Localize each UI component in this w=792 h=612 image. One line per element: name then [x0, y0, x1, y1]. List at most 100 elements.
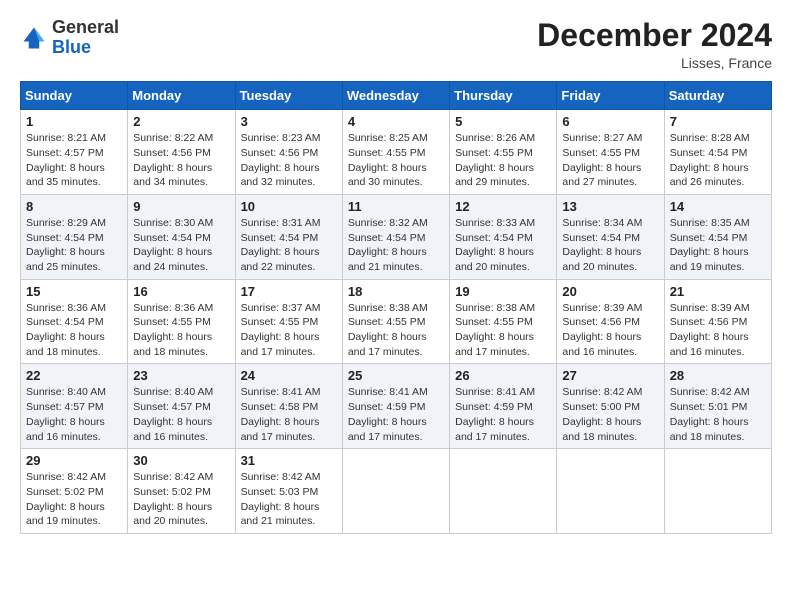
day-info: Sunrise: 8:31 AM Sunset: 4:54 PM Dayligh…	[241, 216, 337, 275]
day-number: 26	[455, 368, 551, 383]
table-row: 23 Sunrise: 8:40 AM Sunset: 4:57 PM Dayl…	[128, 364, 235, 449]
location: Lisses, France	[537, 55, 772, 71]
calendar-week-row: 8 Sunrise: 8:29 AM Sunset: 4:54 PM Dayli…	[21, 194, 772, 279]
table-row: 22 Sunrise: 8:40 AM Sunset: 4:57 PM Dayl…	[21, 364, 128, 449]
day-number: 3	[241, 114, 337, 129]
calendar-week-row: 1 Sunrise: 8:21 AM Sunset: 4:57 PM Dayli…	[21, 110, 772, 195]
day-info: Sunrise: 8:40 AM Sunset: 4:57 PM Dayligh…	[26, 385, 122, 444]
table-row: 11 Sunrise: 8:32 AM Sunset: 4:54 PM Dayl…	[342, 194, 449, 279]
day-number: 10	[241, 199, 337, 214]
col-thursday: Thursday	[450, 82, 557, 110]
col-friday: Friday	[557, 82, 664, 110]
table-row: 31 Sunrise: 8:42 AM Sunset: 5:03 PM Dayl…	[235, 449, 342, 534]
day-number: 14	[670, 199, 766, 214]
day-number: 11	[348, 199, 444, 214]
day-info: Sunrise: 8:39 AM Sunset: 4:56 PM Dayligh…	[562, 301, 658, 360]
table-row: 17 Sunrise: 8:37 AM Sunset: 4:55 PM Dayl…	[235, 279, 342, 364]
table-row: 15 Sunrise: 8:36 AM Sunset: 4:54 PM Dayl…	[21, 279, 128, 364]
calendar-page: General Blue December 2024 Lisses, Franc…	[0, 0, 792, 612]
day-info: Sunrise: 8:39 AM Sunset: 4:56 PM Dayligh…	[670, 301, 766, 360]
day-info: Sunrise: 8:36 AM Sunset: 4:55 PM Dayligh…	[133, 301, 229, 360]
table-row: 7 Sunrise: 8:28 AM Sunset: 4:54 PM Dayli…	[664, 110, 771, 195]
table-row: 6 Sunrise: 8:27 AM Sunset: 4:55 PM Dayli…	[557, 110, 664, 195]
table-row: 30 Sunrise: 8:42 AM Sunset: 5:02 PM Dayl…	[128, 449, 235, 534]
logo-icon	[20, 24, 48, 52]
day-info: Sunrise: 8:41 AM Sunset: 4:58 PM Dayligh…	[241, 385, 337, 444]
table-row: 29 Sunrise: 8:42 AM Sunset: 5:02 PM Dayl…	[21, 449, 128, 534]
table-row: 8 Sunrise: 8:29 AM Sunset: 4:54 PM Dayli…	[21, 194, 128, 279]
logo-blue: Blue	[52, 38, 119, 58]
day-number: 8	[26, 199, 122, 214]
table-row: 1 Sunrise: 8:21 AM Sunset: 4:57 PM Dayli…	[21, 110, 128, 195]
day-number: 19	[455, 284, 551, 299]
day-info: Sunrise: 8:41 AM Sunset: 4:59 PM Dayligh…	[455, 385, 551, 444]
table-row: 28 Sunrise: 8:42 AM Sunset: 5:01 PM Dayl…	[664, 364, 771, 449]
day-number: 22	[26, 368, 122, 383]
day-info: Sunrise: 8:32 AM Sunset: 4:54 PM Dayligh…	[348, 216, 444, 275]
day-number: 29	[26, 453, 122, 468]
table-row	[664, 449, 771, 534]
day-number: 6	[562, 114, 658, 129]
table-row: 10 Sunrise: 8:31 AM Sunset: 4:54 PM Dayl…	[235, 194, 342, 279]
day-number: 24	[241, 368, 337, 383]
day-number: 15	[26, 284, 122, 299]
day-info: Sunrise: 8:36 AM Sunset: 4:54 PM Dayligh…	[26, 301, 122, 360]
day-info: Sunrise: 8:38 AM Sunset: 4:55 PM Dayligh…	[455, 301, 551, 360]
logo-general: General	[52, 18, 119, 38]
day-number: 13	[562, 199, 658, 214]
table-row: 3 Sunrise: 8:23 AM Sunset: 4:56 PM Dayli…	[235, 110, 342, 195]
table-row	[450, 449, 557, 534]
day-info: Sunrise: 8:30 AM Sunset: 4:54 PM Dayligh…	[133, 216, 229, 275]
day-number: 12	[455, 199, 551, 214]
col-sunday: Sunday	[21, 82, 128, 110]
table-row: 14 Sunrise: 8:35 AM Sunset: 4:54 PM Dayl…	[664, 194, 771, 279]
table-row: 21 Sunrise: 8:39 AM Sunset: 4:56 PM Dayl…	[664, 279, 771, 364]
day-number: 2	[133, 114, 229, 129]
table-row: 18 Sunrise: 8:38 AM Sunset: 4:55 PM Dayl…	[342, 279, 449, 364]
table-row: 16 Sunrise: 8:36 AM Sunset: 4:55 PM Dayl…	[128, 279, 235, 364]
day-number: 16	[133, 284, 229, 299]
day-info: Sunrise: 8:42 AM Sunset: 5:02 PM Dayligh…	[26, 470, 122, 529]
day-info: Sunrise: 8:37 AM Sunset: 4:55 PM Dayligh…	[241, 301, 337, 360]
day-number: 31	[241, 453, 337, 468]
day-info: Sunrise: 8:42 AM Sunset: 5:02 PM Dayligh…	[133, 470, 229, 529]
day-info: Sunrise: 8:25 AM Sunset: 4:55 PM Dayligh…	[348, 131, 444, 190]
day-number: 20	[562, 284, 658, 299]
col-saturday: Saturday	[664, 82, 771, 110]
day-number: 17	[241, 284, 337, 299]
day-info: Sunrise: 8:42 AM Sunset: 5:00 PM Dayligh…	[562, 385, 658, 444]
day-info: Sunrise: 8:27 AM Sunset: 4:55 PM Dayligh…	[562, 131, 658, 190]
month-title: December 2024	[537, 18, 772, 53]
day-info: Sunrise: 8:23 AM Sunset: 4:56 PM Dayligh…	[241, 131, 337, 190]
day-number: 7	[670, 114, 766, 129]
day-number: 30	[133, 453, 229, 468]
day-number: 25	[348, 368, 444, 383]
day-info: Sunrise: 8:42 AM Sunset: 5:01 PM Dayligh…	[670, 385, 766, 444]
calendar-week-row: 29 Sunrise: 8:42 AM Sunset: 5:02 PM Dayl…	[21, 449, 772, 534]
col-wednesday: Wednesday	[342, 82, 449, 110]
day-number: 27	[562, 368, 658, 383]
day-number: 18	[348, 284, 444, 299]
calendar-table: Sunday Monday Tuesday Wednesday Thursday…	[20, 81, 772, 534]
title-block: December 2024 Lisses, France	[537, 18, 772, 71]
table-row: 13 Sunrise: 8:34 AM Sunset: 4:54 PM Dayl…	[557, 194, 664, 279]
header: General Blue December 2024 Lisses, Franc…	[20, 18, 772, 71]
table-row: 25 Sunrise: 8:41 AM Sunset: 4:59 PM Dayl…	[342, 364, 449, 449]
day-info: Sunrise: 8:42 AM Sunset: 5:03 PM Dayligh…	[241, 470, 337, 529]
table-row: 4 Sunrise: 8:25 AM Sunset: 4:55 PM Dayli…	[342, 110, 449, 195]
day-number: 28	[670, 368, 766, 383]
day-info: Sunrise: 8:38 AM Sunset: 4:55 PM Dayligh…	[348, 301, 444, 360]
calendar-week-row: 15 Sunrise: 8:36 AM Sunset: 4:54 PM Dayl…	[21, 279, 772, 364]
table-row	[557, 449, 664, 534]
table-row	[342, 449, 449, 534]
day-number: 1	[26, 114, 122, 129]
table-row: 5 Sunrise: 8:26 AM Sunset: 4:55 PM Dayli…	[450, 110, 557, 195]
day-info: Sunrise: 8:34 AM Sunset: 4:54 PM Dayligh…	[562, 216, 658, 275]
day-info: Sunrise: 8:21 AM Sunset: 4:57 PM Dayligh…	[26, 131, 122, 190]
col-monday: Monday	[128, 82, 235, 110]
day-info: Sunrise: 8:26 AM Sunset: 4:55 PM Dayligh…	[455, 131, 551, 190]
day-number: 9	[133, 199, 229, 214]
table-row: 19 Sunrise: 8:38 AM Sunset: 4:55 PM Dayl…	[450, 279, 557, 364]
day-number: 4	[348, 114, 444, 129]
table-row: 27 Sunrise: 8:42 AM Sunset: 5:00 PM Dayl…	[557, 364, 664, 449]
